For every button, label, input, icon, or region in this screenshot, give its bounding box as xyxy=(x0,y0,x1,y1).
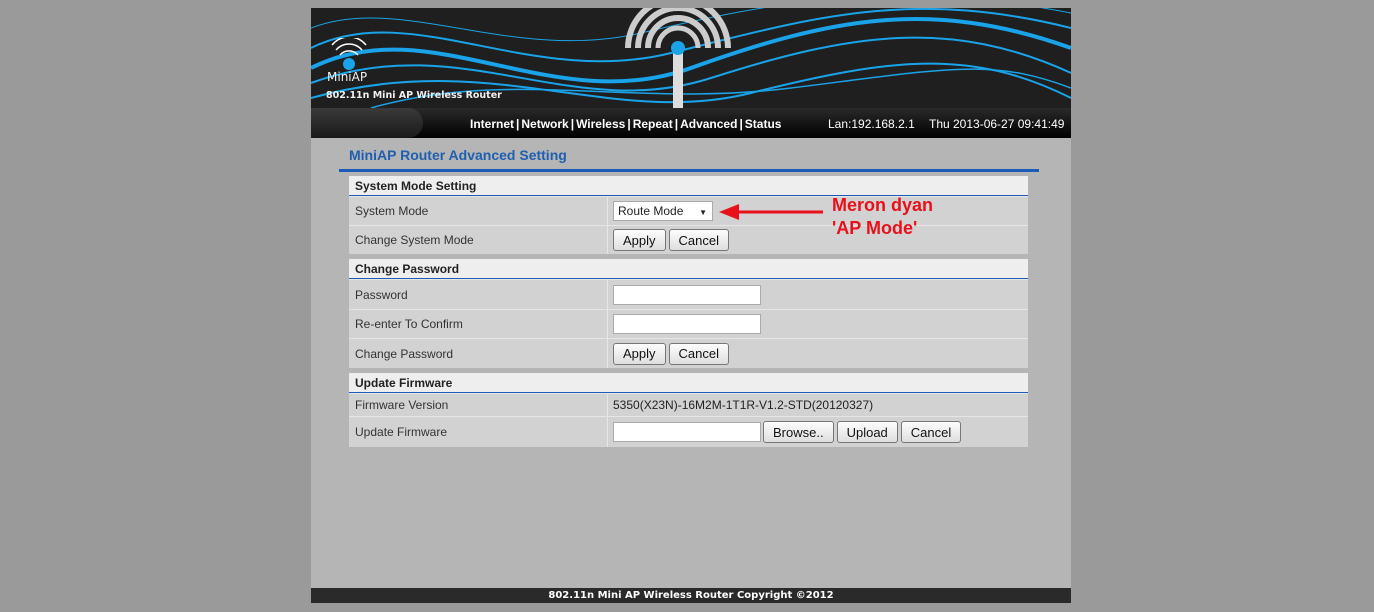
annotation-line-2: 'AP Mode' xyxy=(832,218,918,238)
system-mode-label: System Mode xyxy=(355,204,429,218)
nav-links: Internet | Network | Wireless | Repeat | Advance… xyxy=(470,117,781,131)
change-system-mode-cell: Apply Cancel xyxy=(607,226,1028,254)
nav-status[interactable]: Status xyxy=(745,117,782,131)
system-mode-selected: Route Mode xyxy=(618,204,684,218)
confirm-password-row: Re-enter To Confirm xyxy=(349,309,1028,338)
annotation-note: Meron dyan 'AP Mode' xyxy=(832,194,933,240)
date-time: Thu 2013-06-27 09:41:49 xyxy=(929,117,1065,131)
page-title: MiniAP Router Advanced Setting xyxy=(349,147,567,163)
change-password-row: Change Password Apply Cancel xyxy=(349,338,1028,368)
nav-repeat[interactable]: Repeat xyxy=(633,117,673,131)
password-cell xyxy=(607,280,1028,309)
header-banner: MiniAP 802.11n Mini AP Wireless Router xyxy=(311,8,1071,108)
cancel-firmware-button[interactable]: Cancel xyxy=(900,421,962,443)
update-firmware-label: Update Firmware xyxy=(355,425,448,439)
apply-password-button[interactable]: Apply xyxy=(613,342,666,365)
section-heading: Change Password xyxy=(349,259,1028,279)
update-firmware-cell: Browse.. Upload Cancel xyxy=(607,417,1028,447)
nav-wireless[interactable]: Wireless xyxy=(576,117,625,131)
password-label: Password xyxy=(355,287,408,302)
nav-network[interactable]: Network xyxy=(521,117,568,131)
nav-bar-cap xyxy=(311,108,423,138)
firmware-version-label: Firmware Version xyxy=(355,398,449,412)
chevron-down-icon: ▼ xyxy=(699,208,707,217)
system-mode-select[interactable]: Route Mode ▼ xyxy=(613,201,713,221)
nav-separator: | xyxy=(570,117,575,131)
update-firmware-section: Update Firmware Firmware Version 5350(X2… xyxy=(349,373,1028,447)
antenna-icon xyxy=(625,8,731,108)
brand-subtitle: 802.11n Mini AP Wireless Router xyxy=(326,90,502,101)
browse-button[interactable]: Browse.. xyxy=(763,421,834,443)
nav-bar: Internet | Network | Wireless | Repeat | Advance… xyxy=(311,108,1071,138)
nav-internet[interactable]: Internet xyxy=(470,117,514,131)
nav-separator: | xyxy=(674,117,679,131)
confirm-password-label: Re-enter To Confirm xyxy=(355,317,463,331)
title-divider xyxy=(339,169,1039,172)
confirm-password-input[interactable] xyxy=(613,314,761,334)
footer-copyright: 802.11n Mini AP Wireless Router Copyrigh… xyxy=(311,588,1071,603)
upload-button[interactable]: Upload xyxy=(836,421,898,443)
confirm-password-cell xyxy=(607,310,1028,338)
brand-name: MiniAP xyxy=(327,70,368,84)
wifi-logo-icon xyxy=(331,38,367,70)
red-arrow-icon xyxy=(719,204,823,220)
cancel-password-button[interactable]: Cancel xyxy=(668,342,729,365)
change-password-cell: Apply Cancel xyxy=(607,339,1028,368)
nav-separator: | xyxy=(627,117,631,131)
update-firmware-row: Update Firmware Browse.. Upload Cancel xyxy=(349,416,1028,447)
change-system-mode-label: Change System Mode xyxy=(355,233,474,247)
cancel-mode-button[interactable]: Cancel xyxy=(668,229,729,251)
section-heading: Update Firmware xyxy=(349,373,1028,393)
password-row: Password xyxy=(349,279,1028,309)
firmware-version-value: 5350(X23N)-16M2M-1T1R-V1.2-STD(20120327) xyxy=(607,394,1028,416)
router-page: MiniAP 802.11n Mini AP Wireless Router I… xyxy=(311,8,1071,603)
nav-separator: | xyxy=(516,117,520,131)
apply-mode-button[interactable]: Apply xyxy=(613,229,666,251)
nav-separator: | xyxy=(739,117,743,131)
nav-advanced[interactable]: Advanced xyxy=(680,117,737,131)
lan-address: Lan:192.168.2.1 xyxy=(828,117,915,131)
firmware-version-row: Firmware Version 5350(X23N)-16M2M-1T1R-V… xyxy=(349,393,1028,416)
change-password-label: Change Password xyxy=(355,346,454,361)
annotation-line-1: Meron dyan xyxy=(832,195,934,215)
password-input[interactable] xyxy=(613,284,761,305)
change-password-section: Change Password Password Re-enter To Con… xyxy=(349,259,1028,368)
section-heading: System Mode Setting xyxy=(349,176,1028,196)
firmware-file-input[interactable] xyxy=(613,422,761,442)
